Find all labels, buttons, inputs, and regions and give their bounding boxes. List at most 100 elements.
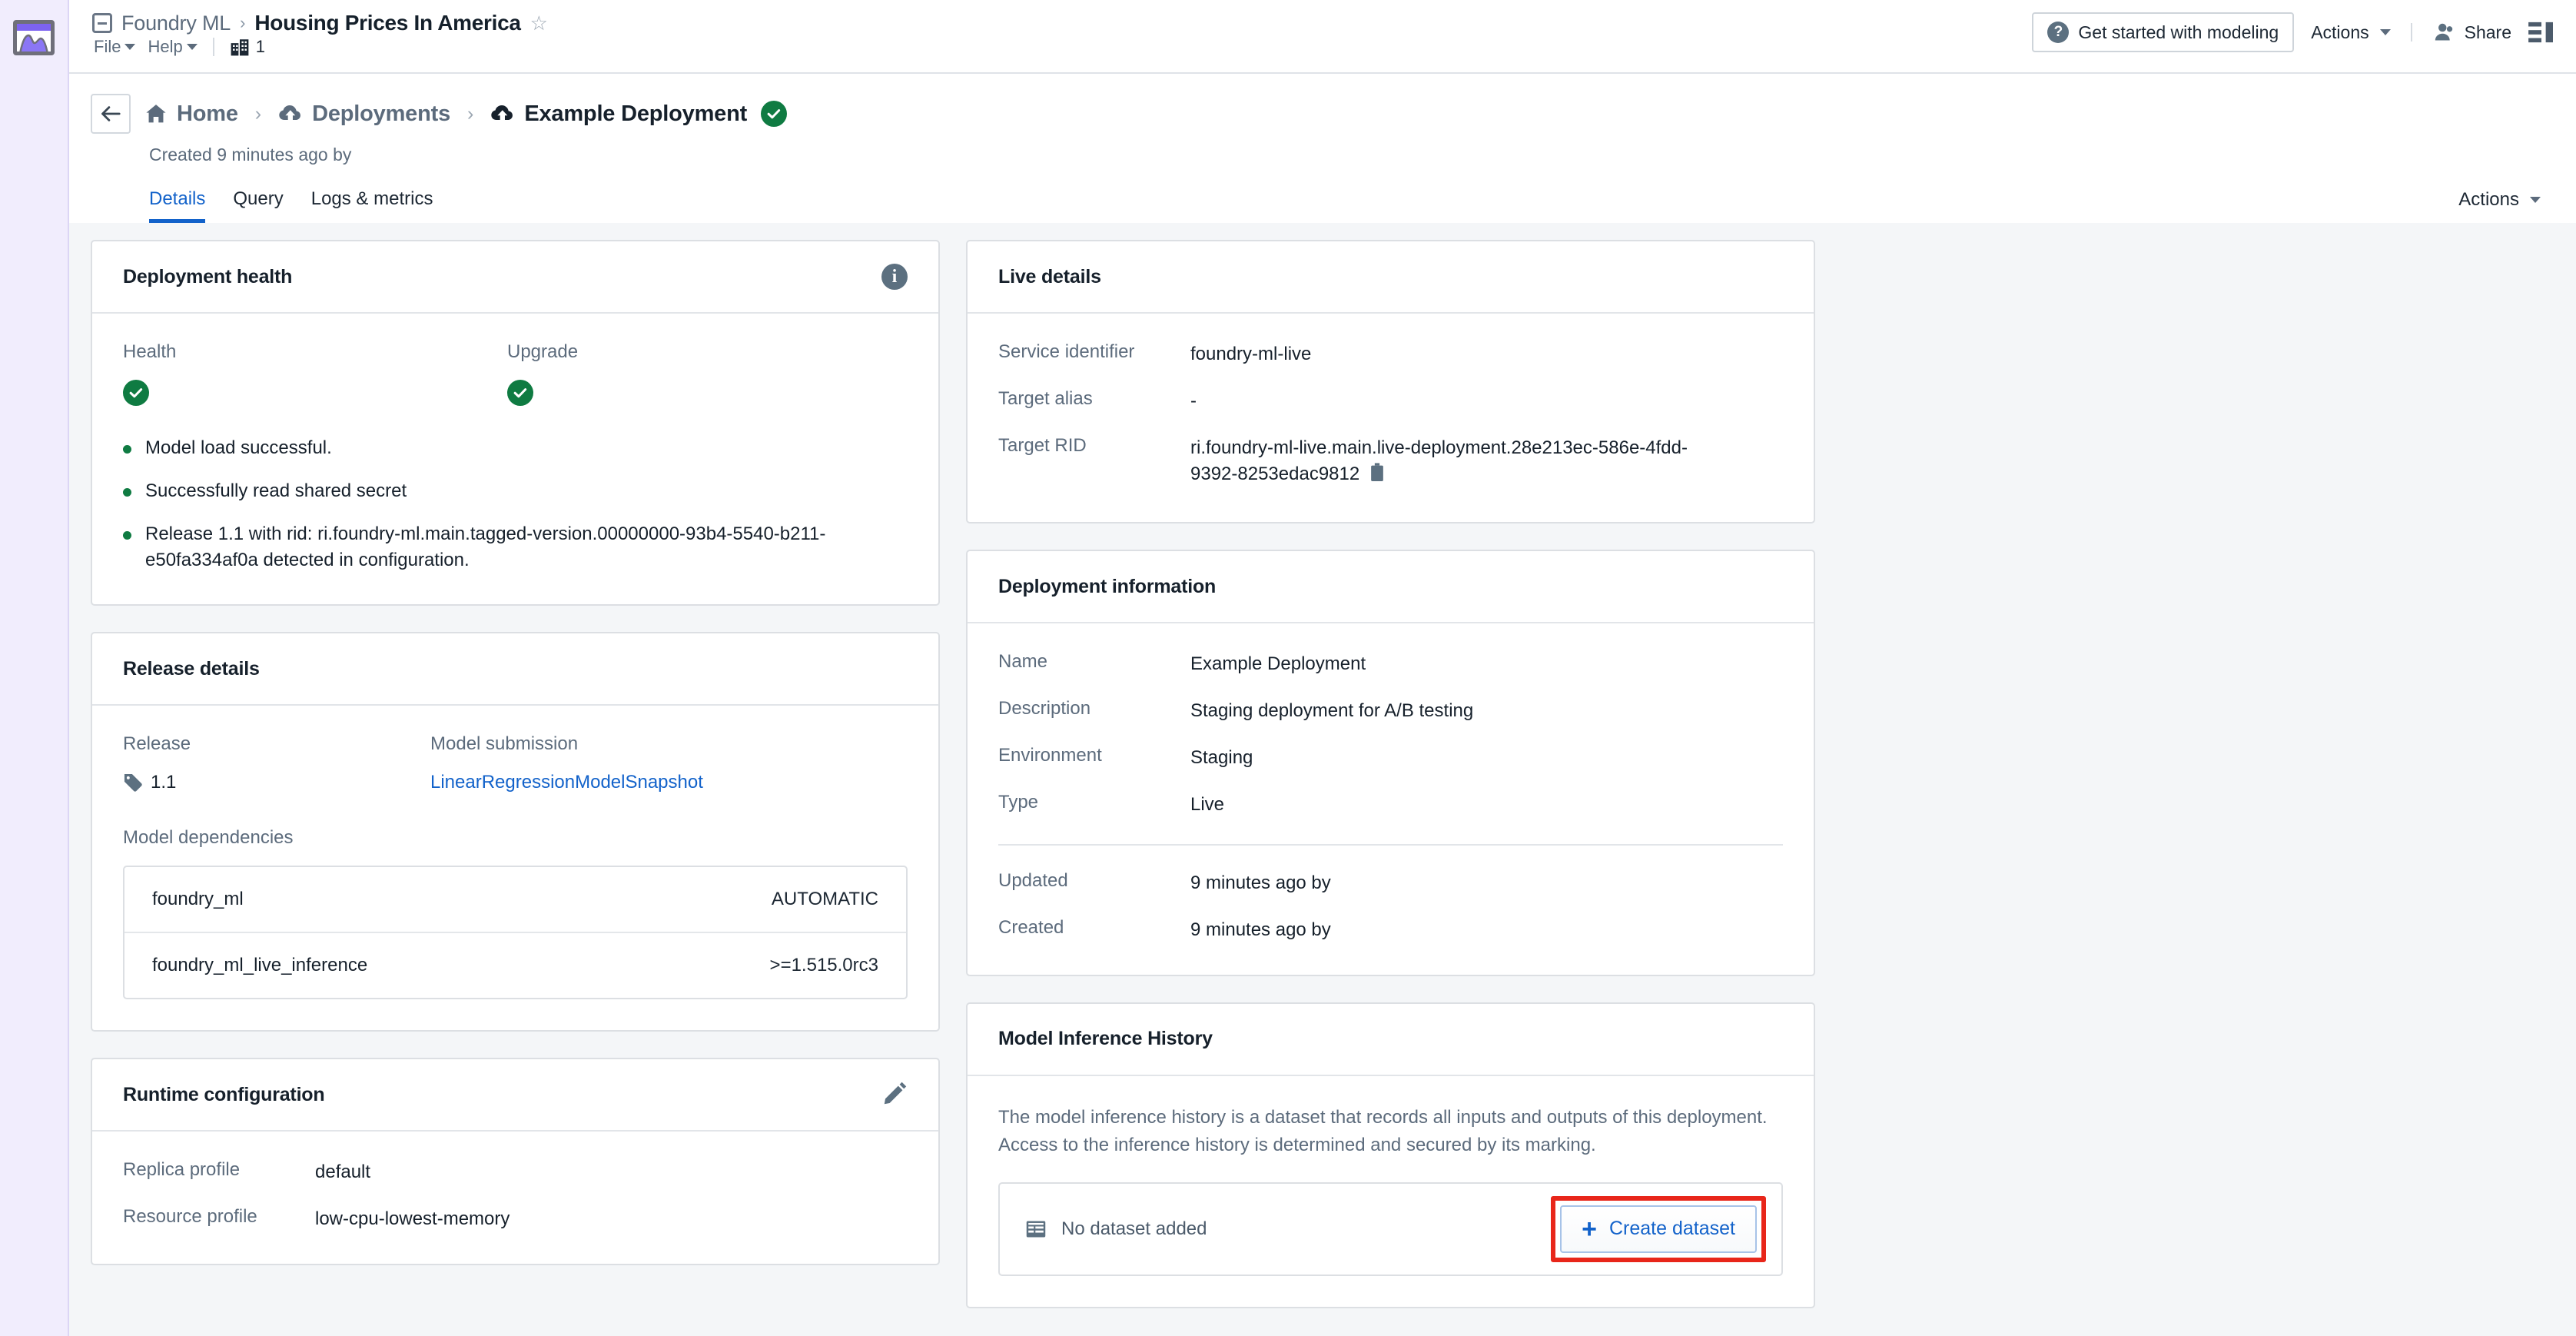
menu-file-label: File (94, 37, 121, 56)
release-details-title: Release details (123, 657, 260, 680)
breadcrumb-item-deployments[interactable]: Deployments (278, 101, 450, 127)
pencil-glyph (884, 1082, 907, 1105)
breadcrumb-current-label: Example Deployment (524, 101, 748, 126)
menu-file[interactable]: File (94, 37, 136, 57)
dependency-name: foundry_ml_live_inference (152, 955, 368, 976)
application-window: Foundry ML › Housing Prices In America ☆… (0, 0, 2576, 1336)
runtime-key: Replica profile (123, 1159, 241, 1181)
deployment-value: Example Deployment (1190, 653, 1366, 675)
tab-logs-metrics[interactable]: Logs & metrics (311, 188, 433, 223)
model-submission-label: Model submission (430, 733, 579, 755)
deployment-information-title: Deployment information (998, 575, 1217, 597)
deployment-row-name: Name Example Deployment (998, 651, 1783, 678)
table-row: foundry_ml AUTOMATIC (124, 867, 906, 932)
health-message-text: Model load successful. (145, 437, 332, 458)
get-started-with-modeling-button[interactable]: ? Get started with modeling (2032, 12, 2295, 52)
workspace-link[interactable]: Foundry ML (121, 12, 231, 35)
deployment-value: Live (1190, 793, 1225, 815)
model-dependencies-table: foundry_ml AUTOMATIC foundry_ml_live_inf… (123, 866, 908, 1000)
deployment-key: Updated (998, 870, 1068, 892)
model-submission-link[interactable]: LinearRegressionModelSnapshot (430, 772, 703, 793)
deployment-health-header: Deployment health i (92, 241, 938, 314)
right-column: Live details Service identifier foundry-… (966, 240, 1815, 1308)
deployment-value: 9 minutes ago by (1190, 919, 1331, 941)
topbar-actions-menu[interactable]: Actions (2311, 22, 2391, 43)
deployment-health-card: Deployment health i Health Upgrade Model… (91, 240, 940, 607)
left-column: Deployment health i Health Upgrade Model… (91, 240, 940, 1265)
pencil-icon[interactable] (883, 1081, 908, 1109)
release-details-card: Release details Release 1.1 Model submis… (91, 632, 940, 1032)
deployment-row-created: Created 9 minutes ago by (998, 917, 1783, 944)
live-key: Target alias (998, 387, 1093, 409)
left-rail (0, 0, 69, 1336)
breadcrumb: Home › Deployments › Example Deployment (91, 94, 2554, 134)
arrow-left-icon (101, 106, 121, 121)
release-details-header: Release details (92, 633, 938, 706)
clipboard-icon[interactable] (1369, 463, 1386, 491)
health-message: Release 1.1 with rid: ri.foundry-ml.main… (123, 521, 908, 573)
tab-query[interactable]: Query (233, 188, 283, 223)
page-actions-menu[interactable]: Actions (2458, 189, 2541, 211)
info-circle-icon[interactable]: i (881, 264, 908, 290)
live-key: Target RID (998, 434, 1087, 456)
cloud-upload-icon (279, 105, 301, 121)
document-title: Housing Prices In America (254, 11, 521, 35)
created-meta: Created 9 minutes ago by (149, 145, 352, 165)
deployment-status-badge (761, 101, 788, 127)
check-circle-icon (767, 109, 781, 119)
org-indicator[interactable]: 1 (230, 37, 265, 57)
bullet-dot-icon (123, 531, 131, 540)
table-icon (1026, 1221, 1046, 1238)
deployment-key: Type (998, 791, 1039, 813)
deployment-key: Description (998, 697, 1091, 719)
document-breadcrumb-row: Foundry ML › Housing Prices In America ☆ (92, 11, 548, 35)
runtime-configuration-title: Runtime configuration (123, 1083, 325, 1105)
deployment-row-description: Description Staging deployment for A/B t… (998, 698, 1783, 725)
deployment-information-body: Name Example Deployment Description Stag… (968, 623, 1814, 975)
home-icon (146, 105, 166, 123)
user-icon (2435, 23, 2452, 41)
share-button[interactable]: Share (2432, 22, 2511, 43)
live-value: - (1190, 390, 1197, 411)
model-inference-history-description: The model inference history is a dataset… (998, 1106, 1768, 1155)
tag-icon (124, 774, 142, 793)
tab-bar: Details Query Logs & metrics (91, 165, 2554, 223)
chevron-down-icon (124, 44, 136, 50)
deployment-key: Created (998, 917, 1064, 939)
live-details-title: Live details (998, 265, 1101, 287)
live-value: ri.foundry-ml-live.main.live-deployment.… (1190, 437, 1688, 485)
chevron-down-icon (2379, 29, 2391, 35)
release-details-body: Release 1.1 Model submission LinearRegre… (92, 706, 938, 1030)
clipboard-glyph (1371, 463, 1384, 482)
app-logo-icon[interactable] (13, 20, 55, 55)
release-column: Release 1.1 (123, 733, 430, 793)
no-dataset-indicator: No dataset added (1024, 1218, 1207, 1240)
deployment-row-environment: Environment Staging (998, 745, 1783, 772)
tab-details[interactable]: Details (149, 188, 206, 223)
live-key: Service identifier (998, 341, 1135, 362)
breadcrumb-deployments-label: Deployments (312, 101, 451, 126)
deployment-key: Environment (998, 744, 1102, 766)
health-label: Health (123, 341, 177, 362)
deployment-information-card: Deployment information Name Example Depl… (966, 550, 1815, 976)
model-dependencies-label: Model dependencies (123, 827, 294, 849)
page-actions-label: Actions (2458, 189, 2519, 210)
create-dataset-button[interactable]: + Create dataset (1560, 1205, 1757, 1253)
health-column: Health (123, 341, 507, 406)
dependency-version: AUTOMATIC (771, 889, 878, 910)
menu-help[interactable]: Help (148, 37, 198, 57)
deployment-value: Staging (1190, 746, 1253, 768)
star-outline-icon[interactable]: ☆ (530, 13, 548, 33)
health-message: Model load successful. (123, 435, 908, 461)
breadcrumb-item-home[interactable]: Home (144, 101, 238, 127)
back-button[interactable] (91, 94, 131, 134)
release-value-group: 1.1 (123, 772, 430, 793)
create-dataset-label: Create dataset (1609, 1218, 1735, 1240)
health-message-text: Release 1.1 with rid: ri.foundry-ml.main… (145, 523, 826, 571)
model-submission-column: Model submission LinearRegressionModelSn… (430, 733, 703, 793)
panel-toggle-icon[interactable] (2528, 21, 2554, 44)
live-row-service-identifier: Service identifier foundry-ml-live (998, 341, 1783, 368)
dependency-version: >=1.515.0rc3 (769, 955, 878, 976)
live-details-card: Live details Service identifier foundry-… (966, 240, 1815, 524)
deployment-health-title: Deployment health (123, 265, 293, 287)
